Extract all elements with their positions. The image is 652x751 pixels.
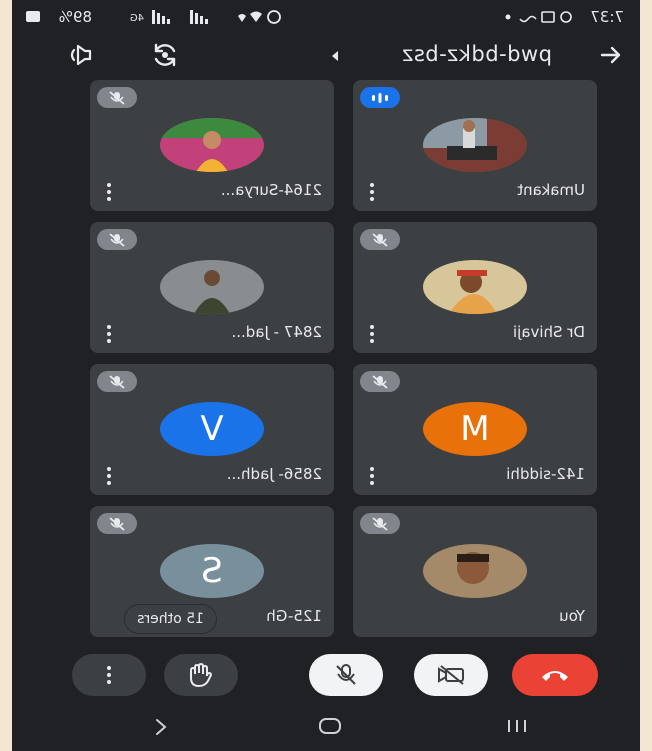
participant-name: Umakant xyxy=(517,181,585,199)
end-call-icon xyxy=(542,671,568,681)
avatar xyxy=(423,544,527,598)
chevron-icon[interactable] xyxy=(330,49,340,63)
avatar xyxy=(423,260,527,314)
more-vert-icon[interactable] xyxy=(106,183,112,201)
back-arrow-icon[interactable] xyxy=(598,42,624,68)
participant-tile[interactable]: Dr Shivaji xyxy=(353,222,597,353)
mic-off-icon xyxy=(360,513,400,534)
camera-toggle-button[interactable] xyxy=(414,654,488,696)
end-call-button[interactable] xyxy=(512,654,598,696)
more-vert-icon[interactable] xyxy=(369,183,375,201)
participant-name: 2164-Surya... xyxy=(220,181,322,199)
avatar-letter: S xyxy=(160,544,264,598)
participant-name: Dr Shivaji xyxy=(512,323,585,341)
back-icon[interactable] xyxy=(154,718,168,740)
status-time: 7:37 xyxy=(590,8,624,26)
others-count-chip[interactable]: 15 others xyxy=(125,605,216,633)
raise-hand-icon xyxy=(190,663,212,687)
status-alarm-wifi xyxy=(222,9,282,29)
avatar xyxy=(160,118,264,172)
battery-percent: 89% xyxy=(58,8,92,26)
battery-icon xyxy=(26,11,40,22)
status-signal: 4G xyxy=(100,9,210,29)
mic-off-icon xyxy=(336,664,356,685)
speaking-indicator-icon xyxy=(360,87,400,108)
switch-camera-icon[interactable] xyxy=(150,40,180,70)
more-vert-icon[interactable] xyxy=(106,325,112,343)
participant-name: 2847 - Jad... xyxy=(231,323,322,341)
phone-screen: 7:37 4G 89% pwd-bdkz-bsz Umakant 2164-Su… xyxy=(12,0,640,751)
participant-name: 2856- Jadh... xyxy=(226,465,322,483)
participant-tile[interactable]: 2847 - Jad... xyxy=(90,222,334,353)
speaker-icon[interactable] xyxy=(66,42,94,68)
participant-name: You xyxy=(559,607,585,625)
mirrored-view: 7:37 4G 89% pwd-bdkz-bsz Umakant 2164-Su… xyxy=(12,0,640,751)
meeting-code[interactable]: pwd-bdkz-bsz xyxy=(402,42,552,66)
mic-off-icon xyxy=(97,229,137,250)
more-options-icon xyxy=(106,666,112,684)
participant-tile[interactable]: 2164-Surya... xyxy=(90,80,334,211)
participant-name: 125-Gh xyxy=(266,607,322,625)
mic-off-icon xyxy=(360,371,400,392)
mic-off-icon xyxy=(97,87,137,108)
camera-off-icon xyxy=(438,665,464,685)
participant-name: 142-siddhi xyxy=(506,465,585,483)
mic-off-icon xyxy=(97,513,137,534)
network-label: 4G xyxy=(130,13,144,24)
status-bar: 7:37 4G 89% xyxy=(12,0,640,34)
avatar-letter: M xyxy=(423,402,527,456)
more-vert-icon[interactable] xyxy=(369,325,375,343)
mic-off-icon xyxy=(97,371,137,392)
home-icon[interactable] xyxy=(318,718,342,738)
avatar xyxy=(423,118,527,172)
raise-hand-button[interactable] xyxy=(164,654,238,696)
participant-tile[interactable]: You xyxy=(353,506,597,637)
more-vert-icon[interactable] xyxy=(369,467,375,485)
participant-tile[interactable]: M 142-siddhi xyxy=(353,364,597,495)
participant-tile[interactable]: Umakant xyxy=(353,80,597,211)
more-options-button[interactable] xyxy=(72,654,146,696)
status-icons xyxy=(502,10,572,28)
mic-toggle-button[interactable] xyxy=(309,654,383,696)
avatar xyxy=(160,260,264,314)
participant-tile[interactable]: V 2856- Jadh... xyxy=(90,364,334,495)
more-vert-icon[interactable] xyxy=(106,467,112,485)
mic-off-icon xyxy=(360,229,400,250)
recents-icon[interactable] xyxy=(506,718,528,738)
avatar-letter: V xyxy=(160,402,264,456)
